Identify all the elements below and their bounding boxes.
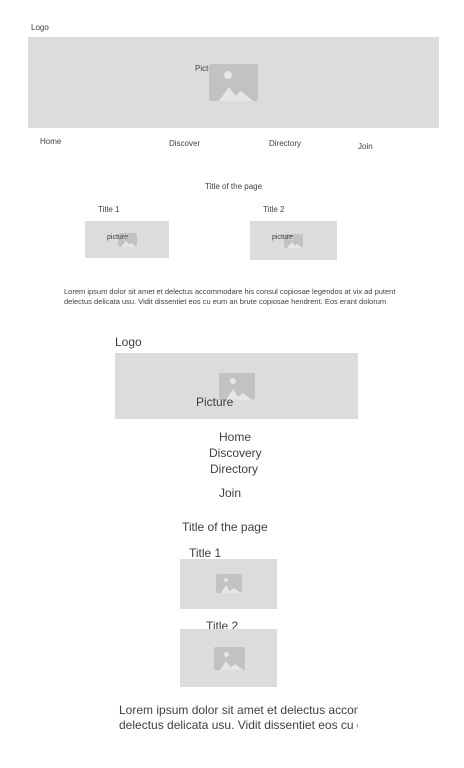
nav-discover[interactable]: Discover <box>169 139 200 148</box>
mobile-card-image-1 <box>180 559 277 609</box>
desktop-card-image-2: picture <box>250 221 337 260</box>
mobile-hero-image: Picture <box>115 353 358 419</box>
image-placeholder-icon <box>214 647 245 670</box>
mobile-page-title: Title of the page <box>182 520 268 534</box>
mobile-body-text: Lorem ipsum dolor sit amet et delectus a… <box>119 703 358 735</box>
nav-join[interactable]: Join <box>219 486 241 500</box>
mobile-hero-label: Picture <box>196 395 234 409</box>
nav-directory[interactable]: Directory <box>210 462 258 476</box>
mobile-logo[interactable]: Logo <box>115 335 142 349</box>
mobile-body-line-1: Lorem ipsum dolor sit amet et delectus a… <box>119 703 358 717</box>
desktop-body-line-2: delectus delicata usu. Vidit dissentiet … <box>64 297 387 306</box>
desktop-card-image-1: picture <box>85 221 169 258</box>
nav-home[interactable]: Home <box>219 430 251 444</box>
mobile-body-line-2: delectus delicata usu. Vidit dissentiet … <box>119 718 358 732</box>
nav-join[interactable]: Join <box>358 142 373 151</box>
desktop-card-image-label-2: picture <box>272 234 294 241</box>
desktop-card-image-label-1: picture <box>107 234 129 241</box>
desktop-card-title-1: Title 1 <box>98 205 120 214</box>
nav-home[interactable]: Home <box>40 137 61 146</box>
nav-discovery[interactable]: Discovery <box>209 446 262 460</box>
desktop-card-title-2: Title 2 <box>263 205 285 214</box>
mobile-card-image-2 <box>180 629 277 687</box>
mobile-card-title-1: Title 1 <box>189 546 222 560</box>
desktop-body-line-1: Lorem ipsum dolor sit amet et delectus a… <box>64 287 396 296</box>
desktop-logo[interactable]: Logo <box>31 23 49 32</box>
image-placeholder-icon <box>216 574 242 593</box>
desktop-page-title: Title of the page <box>205 182 263 191</box>
nav-directory[interactable]: Directory <box>269 139 301 148</box>
image-placeholder-icon <box>209 64 258 101</box>
desktop-hero-image: Picture <box>28 37 439 128</box>
